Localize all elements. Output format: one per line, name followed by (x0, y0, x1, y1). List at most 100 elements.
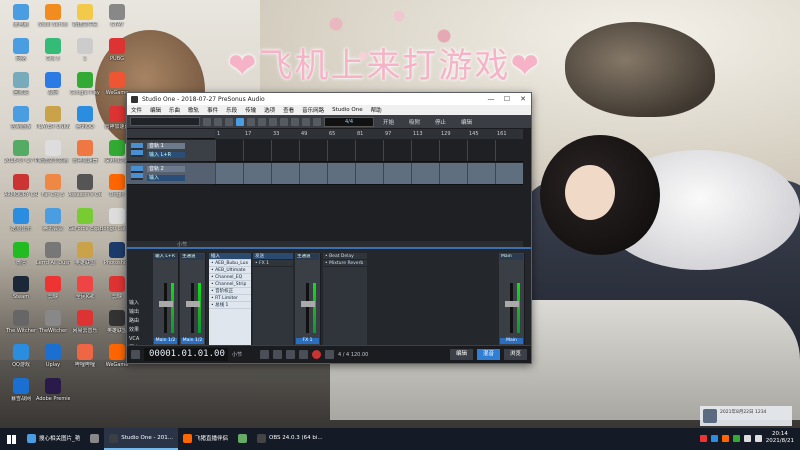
insert-plugin-slot[interactable]: • Channel_Strip (209, 281, 251, 288)
timing-label[interactable]: 开始 (377, 118, 400, 126)
desktop-icon[interactable]: GeForce Experience (68, 208, 102, 232)
taskbar-app-button[interactable]: OBS 24.0.3 (64 bi... (252, 428, 328, 450)
track-header[interactable]: 音轨 1 输入 L+R (127, 140, 215, 162)
desktop-icon[interactable]: Assassin's Creed (68, 174, 102, 198)
main-strip-footer[interactable]: Main (500, 338, 523, 344)
desktop-icon[interactable]: QQ游戏 (4, 344, 38, 368)
volume-fader[interactable] (306, 283, 309, 333)
desktop-icon[interactable]: Uplay (36, 344, 70, 368)
desktop-icon[interactable]: 2018-07-27 PreSonus... (4, 140, 38, 164)
desktop-icon[interactable]: 网络 (4, 38, 38, 62)
desktop-icon[interactable]: 腾讯会议 (36, 208, 70, 232)
fader-knob[interactable] (186, 301, 200, 307)
timeline-ruler[interactable]: 1 17 33 49 65 81 97 113 129 145 161 (215, 129, 523, 139)
desktop-icon[interactable]: Lerrd All Dusm (36, 242, 70, 266)
insert-plugin-slot[interactable]: • RT Limiter (209, 295, 251, 302)
mixer-channel-strip[interactable]: 输入 L+R Main 1/2 (153, 253, 179, 345)
menu-item[interactable]: 音乐网路 (302, 106, 324, 114)
menu-item[interactable]: 帮助 (371, 106, 382, 114)
track-name[interactable]: 音轨 2 (147, 166, 185, 172)
desktop-icon[interactable]: 回收站 (4, 72, 38, 96)
tray-icon[interactable] (754, 434, 762, 442)
desktop-icon[interactable]: 雷神加速器 (68, 140, 102, 164)
main-volume-fader[interactable] (510, 283, 513, 333)
taskbar-app-button[interactable]: Studio One - 201... (104, 428, 178, 450)
mixer-panel-toggle[interactable]: 路由 (129, 317, 151, 326)
start-button[interactable] (0, 428, 22, 450)
tab-browse[interactable]: 浏览 (503, 349, 527, 360)
track-input[interactable]: 输入 L+R (147, 152, 185, 158)
menu-item[interactable]: 乐曲 (169, 106, 180, 114)
play-button[interactable] (299, 350, 308, 359)
menu-item[interactable]: 查看 (283, 106, 294, 114)
fx-device-list[interactable]: • Beat Delay • Mixture Reverb (323, 253, 367, 345)
mixer-panel-toggle[interactable]: VCA (129, 335, 151, 344)
arrange-view[interactable]: 1 17 33 49 65 81 97 113 129 145 161 音轨 1 输入 L+R 音轨… (127, 129, 531, 248)
desktop-icon[interactable]: 控制面板 (4, 106, 38, 130)
mixer-console[interactable]: 输入输出路由效果VCA历史 输入 L+R Main 1/2 主通道 Main 1… (127, 247, 531, 351)
insert-device-rack[interactable]: 插入 • AEB_Bubu_Lux • AEB_Ultimate • Channel_… (209, 253, 251, 345)
menu-item[interactable]: Studio One (332, 107, 362, 113)
strip-output-label[interactable]: Main 1/2 (181, 338, 204, 344)
close-button[interactable]: ✕ (515, 95, 531, 103)
desktop-icon[interactable]: 哔哩哔哩 (68, 344, 102, 368)
insert-plugin-slot[interactable]: • AEB_Bubu_Lux (209, 260, 251, 267)
taskbar-app-button[interactable] (85, 428, 104, 450)
fx-strip-label[interactable]: FX 1 (296, 338, 319, 344)
menu-item[interactable]: 歌轨 (188, 106, 199, 114)
insert-plugin-slot[interactable]: • 总线 1 (209, 302, 251, 309)
desktop-icon[interactable]: PUBG (100, 38, 134, 62)
range-tool-button[interactable] (247, 117, 255, 126)
rewind-button[interactable] (260, 350, 269, 359)
layout-button[interactable] (225, 117, 233, 126)
menu-item[interactable]: 选项 (264, 106, 275, 114)
notification-toast[interactable]: 2021年8月22日 1234 (700, 406, 792, 426)
desktop-icon[interactable]: 暴雪战网 (4, 378, 38, 402)
desktop-icon[interactable]: 战网 (36, 72, 70, 96)
strip-input-label[interactable]: 主通道 (181, 254, 204, 260)
song-info-field[interactable] (130, 117, 200, 126)
bend-tool-button[interactable] (302, 117, 310, 126)
snap-label[interactable]: 吸附 (403, 118, 426, 126)
track-buttons[interactable] (131, 143, 143, 157)
desktop-icon[interactable]: 网易云音乐 (68, 310, 102, 334)
time-format-label[interactable]: 小节 (232, 351, 256, 358)
desktop-icon[interactable]: Steel Series (36, 4, 70, 28)
desktop-icon[interactable]: 新建文件夹 (68, 4, 102, 28)
sends-header[interactable]: 发送 (253, 253, 293, 260)
tab-edit[interactable]: 编辑 (449, 349, 473, 360)
track-name[interactable]: 音轨 1 (147, 143, 185, 149)
menu-item[interactable]: 文件 (131, 106, 142, 114)
menu-item[interactable]: 事件 (207, 106, 218, 114)
time-display[interactable]: 00001.01.01.00 (144, 348, 228, 361)
desktop-icon[interactable]: GTAV (100, 4, 134, 28)
insert-plugin-slot[interactable]: • Channel_EQ (209, 274, 251, 281)
track-lane[interactable] (215, 140, 523, 162)
forward-button[interactable] (273, 350, 282, 359)
taskbar-app-button[interactable]: 搜心相关图片_艳 (22, 428, 85, 450)
split-tool-button[interactable] (258, 117, 266, 126)
inspector-toggle-button[interactable] (203, 117, 211, 126)
track-list-toolbar[interactable] (127, 129, 215, 139)
tray-icon[interactable] (732, 434, 740, 442)
metronome-icon[interactable] (131, 350, 140, 359)
main-fader-knob[interactable] (505, 301, 519, 307)
tray-icon[interactable] (710, 434, 718, 442)
desktop-icon[interactable]: Far Cry 5 (36, 174, 70, 198)
strip-output-label[interactable]: Main 1/2 (154, 338, 177, 344)
desktop-icon[interactable]: 1 (68, 38, 102, 62)
maximize-button[interactable]: ☐ (499, 95, 515, 103)
timing-display[interactable]: 4/4 (324, 116, 374, 127)
track-buttons[interactable] (131, 166, 143, 180)
volume-fader[interactable] (164, 283, 167, 333)
fader-knob[interactable] (159, 301, 173, 307)
desktop-icon[interactable]: Google Play (68, 72, 102, 96)
clock[interactable]: 20:14 2021/8/21 (766, 431, 794, 445)
desktop-icon[interactable]: ARMOURY CRATE (4, 174, 38, 198)
stop-button[interactable] (286, 350, 295, 359)
inserts-header[interactable]: 插入 (209, 253, 251, 260)
taskbar-app-button[interactable]: 飞猪直播伴侣 (178, 428, 233, 450)
desktop-icon[interactable]: The Witcher (4, 310, 38, 334)
menu-item[interactable]: 传输 (245, 106, 256, 114)
minimize-button[interactable]: — (483, 95, 499, 103)
